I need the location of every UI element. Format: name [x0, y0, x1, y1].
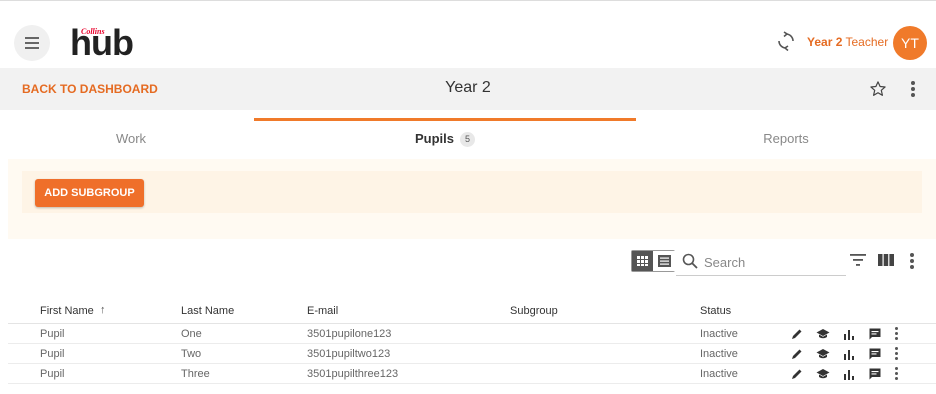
table-row[interactable]: Pupil Two 3501pupiltwo123 Inactive — [8, 344, 936, 364]
add-subgroup-button[interactable]: ADD SUBGROUP — [35, 179, 144, 207]
row-more-vert-icon[interactable] — [895, 327, 899, 341]
cell-last-name: One — [181, 328, 202, 340]
message-icon[interactable] — [868, 367, 882, 381]
table-row[interactable]: Pupil One 3501pupilone123 Inactive — [8, 324, 936, 344]
bar-chart-icon[interactable] — [842, 327, 856, 341]
cell-email: 3501pupilthree123 — [307, 368, 399, 380]
cell-status: Inactive — [700, 328, 738, 340]
graduation-cap-icon[interactable] — [816, 327, 830, 341]
bar-chart-icon[interactable] — [842, 367, 856, 381]
row-more-vert-icon[interactable] — [895, 347, 899, 361]
table-more-vert-icon[interactable] — [910, 253, 914, 269]
col-last-name[interactable]: Last Name — [181, 305, 234, 317]
cell-email: 3501pupiltwo123 — [307, 348, 391, 360]
bar-chart-icon[interactable] — [842, 347, 856, 361]
edit-icon[interactable] — [790, 327, 804, 341]
subgroup-section — [8, 159, 936, 239]
cell-status: Inactive — [700, 348, 738, 360]
sync-icon[interactable] — [776, 31, 796, 51]
cell-email: 3501pupilone123 — [307, 328, 392, 340]
col-subgroup[interactable]: Subgroup — [510, 305, 558, 317]
logo-small-text: Collins — [81, 27, 105, 36]
list-view-icon[interactable] — [654, 251, 675, 271]
page-header-bar: BACK TO DASHBOARD Year 2 — [0, 68, 936, 110]
table-header: First Name ↑ Last Name E-mail Subgroup S… — [8, 294, 936, 324]
search-icon[interactable] — [682, 253, 698, 269]
user-class: Year 2 — [807, 35, 843, 49]
row-more-vert-icon[interactable] — [895, 367, 899, 381]
cell-first-name: Pupil — [40, 348, 65, 360]
edit-icon[interactable] — [790, 347, 804, 361]
table-row[interactable]: Pupil Three 3501pupilthree123 Inactive — [8, 364, 936, 384]
sort-arrow-icon[interactable]: ↑ — [100, 304, 106, 316]
filter-icon[interactable] — [850, 253, 866, 267]
collins-hub-logo[interactable]: hub Collins — [70, 18, 136, 62]
tab-reports[interactable]: Reports — [636, 118, 936, 159]
pupils-table: First Name ↑ Last Name E-mail Subgroup S… — [8, 294, 936, 384]
view-toggle — [631, 250, 675, 272]
col-status[interactable]: Status — [700, 305, 731, 317]
app-page: hub Collins Year 2 Teacher YT BACK TO DA… — [0, 0, 936, 394]
cell-first-name: Pupil — [40, 328, 65, 340]
tab-work[interactable]: Work — [8, 118, 254, 159]
user-role: Teacher — [845, 35, 889, 49]
edit-icon[interactable] — [790, 367, 804, 381]
tab-bar: Work Pupils 5 Reports — [8, 118, 936, 159]
page-title: Year 2 — [445, 79, 491, 96]
graduation-cap-icon[interactable] — [816, 367, 830, 381]
avatar[interactable]: YT — [893, 26, 927, 60]
tab-pupils[interactable]: Pupils 5 — [254, 118, 636, 159]
grid-view-icon[interactable] — [632, 251, 653, 271]
menu-icon[interactable] — [14, 25, 50, 61]
table-toolbar — [8, 239, 936, 285]
col-email[interactable]: E-mail — [307, 305, 338, 317]
tab-pupils-label: Pupils — [414, 131, 454, 146]
message-icon[interactable] — [868, 347, 882, 361]
user-class-role[interactable]: Year 2 Teacher — [807, 35, 888, 49]
cell-last-name: Two — [181, 348, 202, 360]
star-icon[interactable] — [869, 80, 887, 98]
top-bar: hub Collins Year 2 Teacher YT — [0, 1, 936, 68]
col-first-name[interactable]: First Name — [40, 305, 94, 317]
search-box — [676, 246, 846, 276]
cell-status: Inactive — [700, 368, 738, 380]
cell-last-name: Three — [181, 368, 210, 380]
message-icon[interactable] — [868, 327, 882, 341]
tab-work-label: Work — [115, 131, 147, 146]
more-vert-icon[interactable] — [911, 81, 915, 97]
subgroup-panel — [22, 171, 922, 213]
search-input[interactable] — [704, 252, 834, 272]
tab-reports-label: Reports — [763, 131, 809, 146]
pupil-count-badge: 5 — [460, 132, 475, 148]
columns-icon[interactable] — [878, 253, 894, 267]
cell-first-name: Pupil — [40, 368, 65, 380]
graduation-cap-icon[interactable] — [816, 347, 830, 361]
